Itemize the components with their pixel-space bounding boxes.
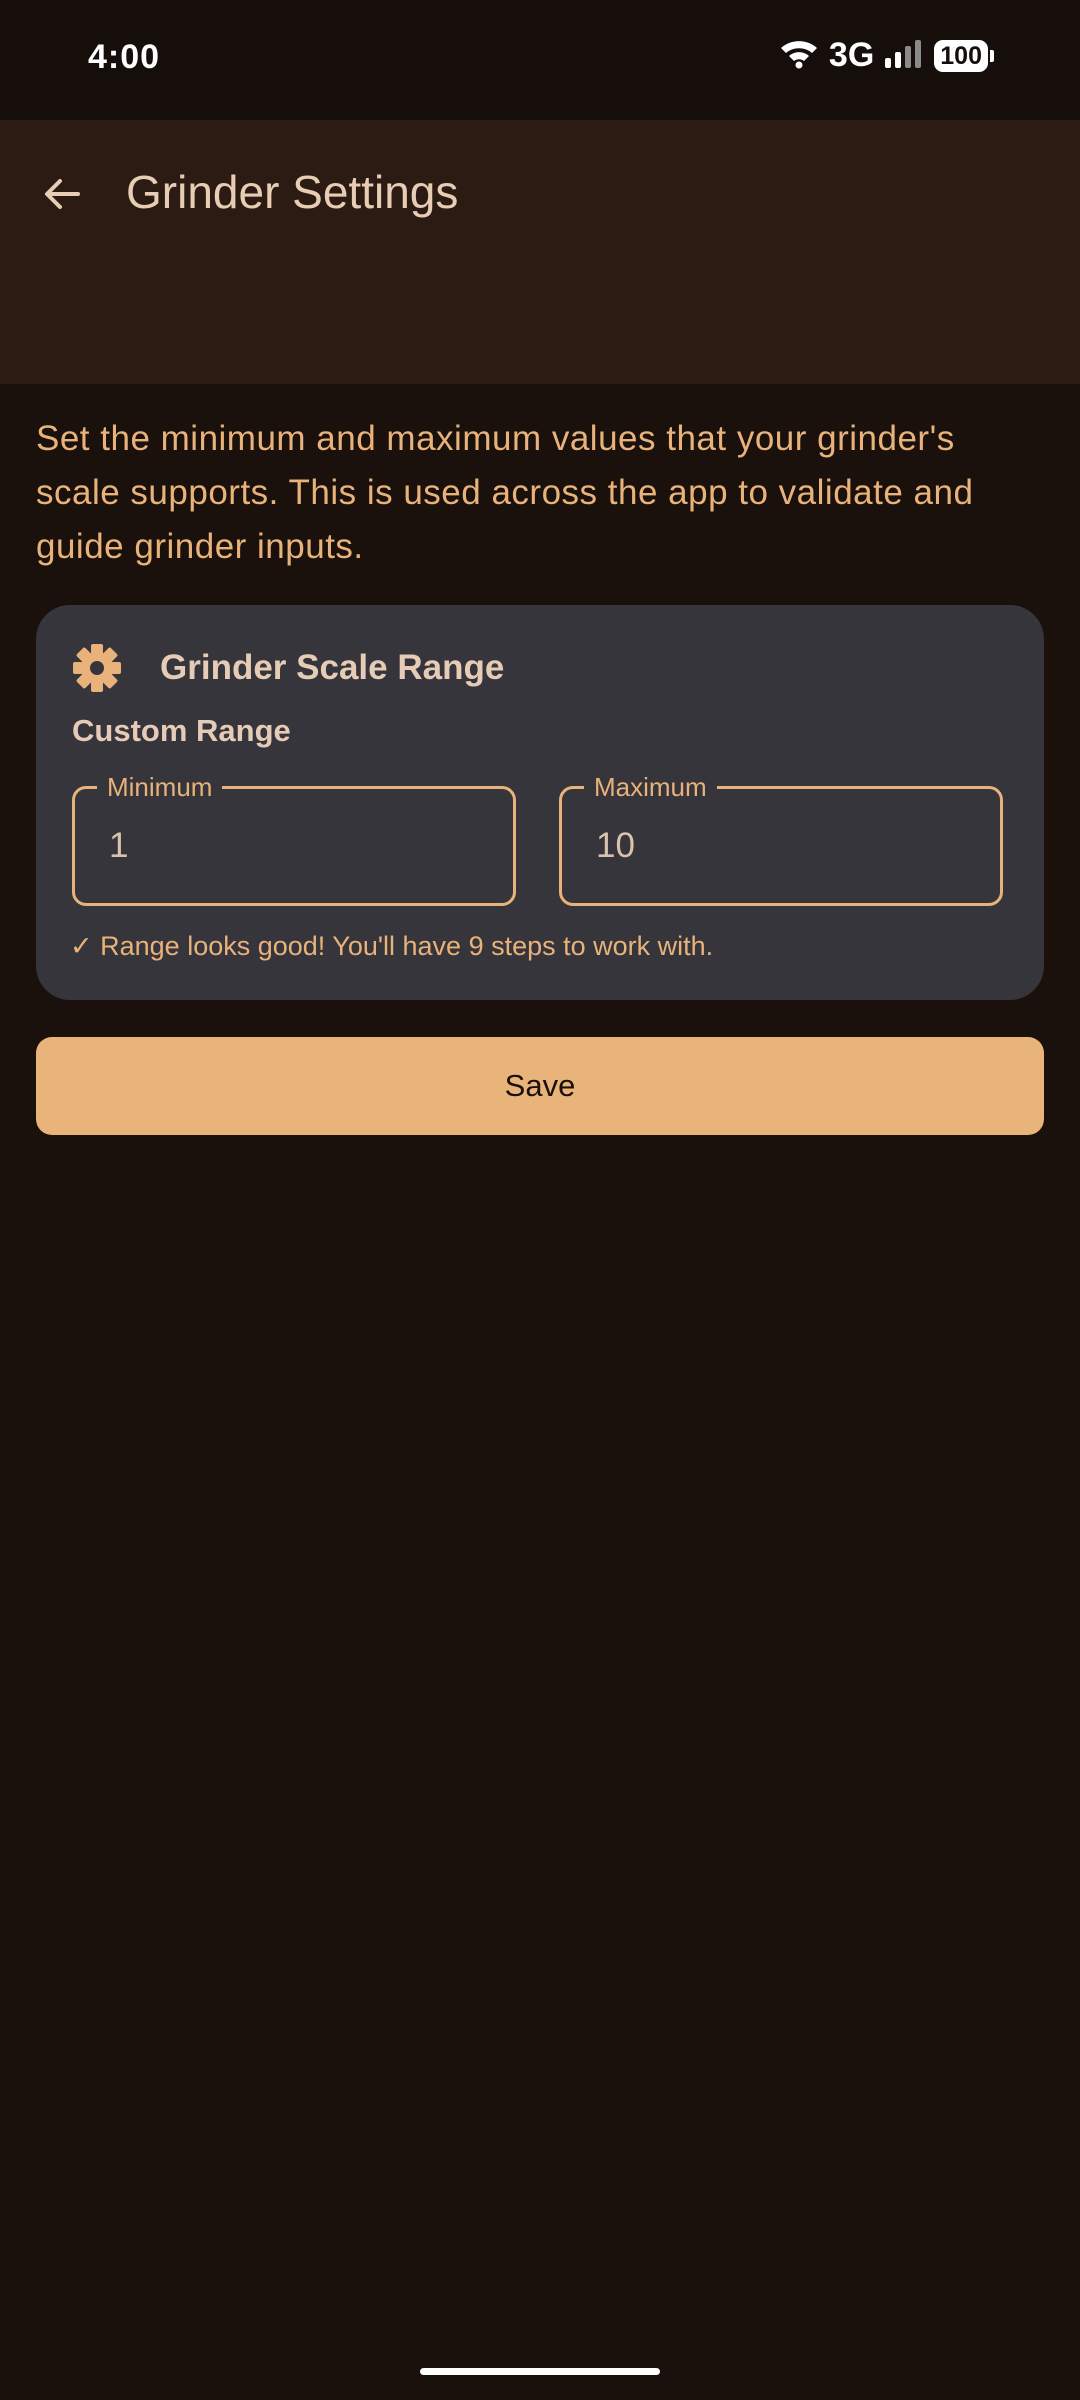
minimum-field[interactable]: Minimum 1: [72, 772, 516, 906]
app-bar: [0, 120, 1080, 384]
back-arrow-icon: [45, 179, 80, 209]
wifi-icon: [779, 37, 819, 74]
network-type: 3G: [828, 36, 875, 74]
card-title: Grinder Scale Range: [160, 648, 505, 687]
signal-icon: [884, 38, 924, 73]
save-button[interactable]: Save: [36, 1037, 1044, 1135]
description-text: Set the minimum and maximum values that …: [36, 419, 974, 566]
battery-icon: 100: [934, 39, 994, 72]
status-bar: 4:00 3G 100: [0, 0, 1080, 120]
page-title: Grinder Settings: [126, 166, 459, 218]
status-icons: 3G 100: [779, 36, 994, 75]
gear-icon: [72, 643, 122, 693]
minimum-label: Minimum: [97, 772, 223, 802]
minimum-value[interactable]: 1: [109, 826, 128, 866]
maximum-label: Maximum: [584, 772, 717, 802]
battery-level: 100: [934, 39, 988, 72]
range-label: Custom Range: [72, 713, 291, 748]
maximum-value[interactable]: 10: [596, 826, 635, 866]
maximum-field[interactable]: Maximum 10: [559, 772, 1003, 906]
status-time: 4:00: [88, 38, 161, 76]
range-status-message: ✓ Range looks good! You'll have 9 steps …: [70, 931, 714, 961]
grinder-range-card: Grinder Scale Range Custom Range Minimum…: [36, 605, 1044, 1000]
home-indicator[interactable]: [420, 2368, 660, 2375]
back-button[interactable]: [26, 158, 98, 230]
